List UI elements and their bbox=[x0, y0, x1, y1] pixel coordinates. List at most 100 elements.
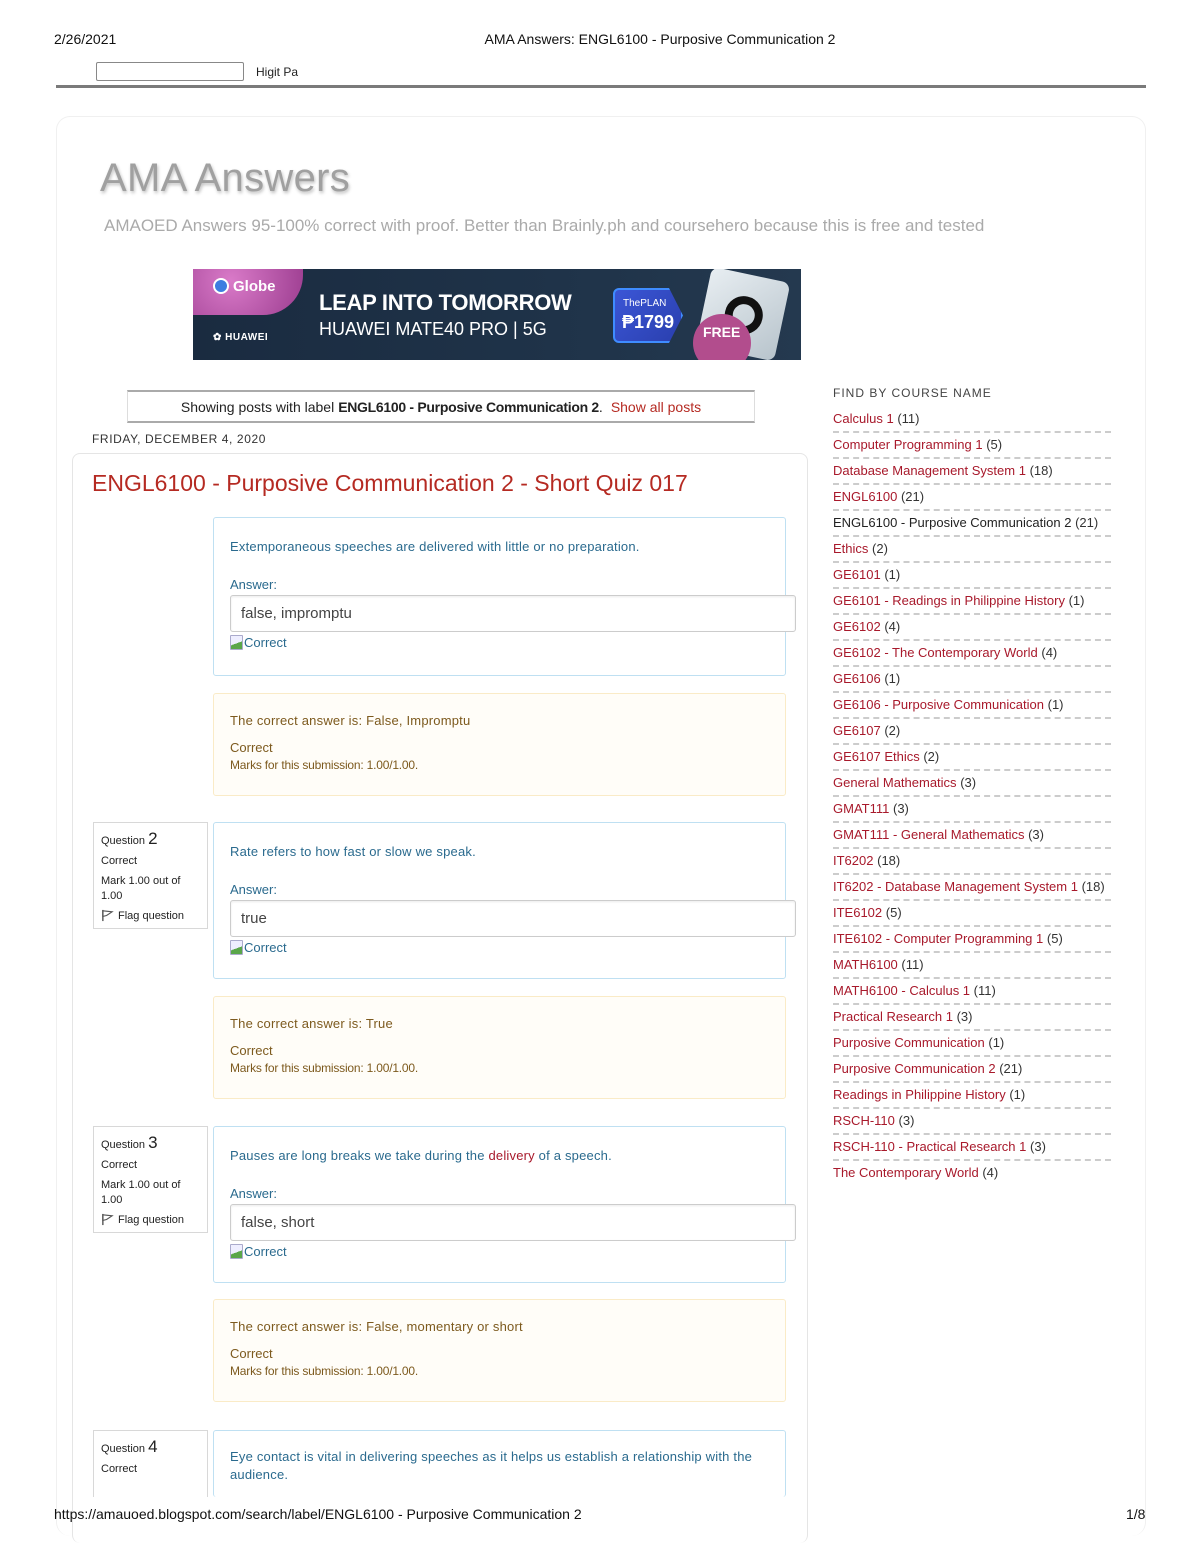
label-link[interactable]: GMAT111 - General Mathematics bbox=[833, 827, 1024, 842]
sidebar-label-item[interactable]: GMAT111 - General Mathematics (3) bbox=[833, 825, 1111, 849]
label-count: (5) bbox=[1046, 931, 1063, 946]
label-count: (11) bbox=[973, 983, 996, 998]
highlighted-term: delivery bbox=[488, 1148, 535, 1163]
label-count: (2) bbox=[884, 723, 901, 738]
ad-partner: ✿ HUAWEI bbox=[213, 332, 269, 343]
label-link[interactable]: Computer Programming 1 bbox=[833, 437, 983, 452]
sidebar-label-item[interactable]: Ethics (2) bbox=[833, 539, 1111, 563]
sidebar-label-item[interactable]: GE6101 - Readings in Philippine History … bbox=[833, 591, 1111, 615]
sidebar-label-item[interactable]: IT6202 - Database Management System 1 (1… bbox=[833, 877, 1111, 901]
label-link[interactable]: GE6107 Ethics bbox=[833, 749, 920, 764]
label-link[interactable]: RSCH-110 - Practical Research 1 bbox=[833, 1139, 1026, 1154]
sidebar-label-item[interactable]: Practical Research 1 (3) bbox=[833, 1007, 1111, 1031]
label-link[interactable]: ITE6102 bbox=[833, 905, 882, 920]
label-link[interactable]: GE6102 bbox=[833, 619, 881, 634]
sidebar-label-item[interactable]: The Contemporary World (4) bbox=[833, 1163, 1111, 1185]
answer-input[interactable] bbox=[230, 595, 796, 632]
sidebar-label-item[interactable]: ENGL6100 (21) bbox=[833, 487, 1111, 511]
label-link[interactable]: Readings in Philippine History bbox=[833, 1087, 1006, 1102]
label-count: (18) bbox=[1029, 463, 1053, 478]
sidebar-label-item[interactable]: MATH6100 (11) bbox=[833, 955, 1111, 979]
sidebar-label-item[interactable]: Database Management System 1 (18) bbox=[833, 461, 1111, 485]
outcome-marks: Marks for this submission: 1.00/1.00. bbox=[230, 1364, 419, 1378]
sidebar-label-item[interactable]: RSCH-110 - Practical Research 1 (3) bbox=[833, 1137, 1111, 1161]
sidebar-label-item[interactable]: Purposive Communication (1) bbox=[833, 1033, 1111, 1057]
sidebar-label-item[interactable]: GE6101 (1) bbox=[833, 565, 1111, 589]
sidebar-label-item[interactable]: Purposive Communication 2 (21) bbox=[833, 1059, 1111, 1083]
sidebar-label-item[interactable]: MATH6100 - Calculus 1 (11) bbox=[833, 981, 1111, 1005]
label-link[interactable]: GE6106 - Purposive Communication bbox=[833, 697, 1044, 712]
label-count: (11) bbox=[897, 411, 920, 426]
sidebar-label-item[interactable]: ITE6102 (5) bbox=[833, 903, 1111, 927]
ad-free-label: FREE bbox=[703, 324, 741, 340]
answer-input[interactable] bbox=[230, 900, 796, 937]
sidebar-label-item[interactable]: GE6107 Ethics (2) bbox=[833, 747, 1111, 771]
sidebar-label-item[interactable]: GE6102 (4) bbox=[833, 617, 1111, 641]
label-count: (3) bbox=[1030, 1139, 1046, 1154]
sidebar-label-item[interactable]: RSCH-110 (3) bbox=[833, 1111, 1111, 1135]
label-link[interactable]: IT6202 bbox=[833, 853, 873, 868]
sidebar-label-item[interactable]: ITE6102 - Computer Programming 1 (5) bbox=[833, 929, 1111, 953]
label-link[interactable]: ENGL6100 bbox=[833, 489, 897, 504]
question-state: Correct bbox=[101, 1159, 138, 1171]
outcome-status: Correct bbox=[230, 1346, 273, 1361]
label-link[interactable]: GE6107 bbox=[833, 723, 881, 738]
question-4-info: Question 4 Correct bbox=[93, 1430, 208, 1497]
label-count: (3) bbox=[898, 1113, 915, 1128]
answer-label: Answer: bbox=[230, 882, 277, 897]
question-4-formulation: Eye contact is vital in delivering speec… bbox=[213, 1430, 786, 1497]
label-link[interactable]: Purposive Communication bbox=[833, 1035, 985, 1050]
show-all-posts-link[interactable]: Show all posts bbox=[611, 399, 701, 415]
correct-indicator: Correct bbox=[230, 635, 769, 650]
label-link[interactable]: General Mathematics bbox=[833, 775, 957, 790]
navbar-search-input[interactable] bbox=[96, 62, 244, 81]
label-link[interactable]: Practical Research 1 bbox=[833, 1009, 953, 1024]
label-count: (3) bbox=[960, 775, 977, 790]
label-link[interactable]: The Contemporary World bbox=[833, 1165, 979, 1180]
question-state: Correct bbox=[101, 855, 138, 867]
blog-title[interactable]: AMA Answers bbox=[100, 156, 350, 201]
label-link[interactable]: GE6106 bbox=[833, 671, 881, 686]
label-link[interactable]: RSCH-110 bbox=[833, 1113, 895, 1128]
sidebar-label-item[interactable]: Readings in Philippine History (1) bbox=[833, 1085, 1111, 1109]
label-link[interactable]: Calculus 1 bbox=[833, 411, 894, 426]
question-text: Rate refers to how fast or slow we speak… bbox=[230, 844, 476, 859]
label-link[interactable]: GE6101 bbox=[833, 567, 881, 582]
sidebar-label-item[interactable]: Calculus 1 (11) bbox=[833, 409, 1111, 433]
sidebar-label-item[interactable]: IT6202 (18) bbox=[833, 851, 1111, 875]
flag-question-button[interactable]: Flag question bbox=[101, 1213, 200, 1226]
question-2-outcome: The correct answer is: True Correct Mark… bbox=[213, 996, 786, 1099]
ad-plan-label: ThePLAN bbox=[623, 298, 667, 309]
sidebar-label-item[interactable]: Computer Programming 1 (5) bbox=[833, 435, 1111, 459]
answer-label: Answer: bbox=[230, 1186, 277, 1201]
label-link: ENGL6100 - Purposive Communication 2 bbox=[833, 515, 1072, 530]
label-link[interactable]: MATH6100 bbox=[833, 957, 898, 972]
label-link[interactable]: Ethics bbox=[833, 541, 868, 556]
post-title[interactable]: ENGL6100 - Purposive Communication 2 - S… bbox=[92, 470, 688, 497]
sidebar-label-item[interactable]: GE6106 - Purposive Communication (1) bbox=[833, 695, 1111, 719]
correct-answer: The correct answer is: False, Impromptu bbox=[230, 713, 471, 728]
sidebar-label-item[interactable]: General Mathematics (3) bbox=[833, 773, 1111, 797]
label-link[interactable]: MATH6100 - Calculus 1 bbox=[833, 983, 970, 998]
answer-input[interactable] bbox=[230, 1204, 796, 1241]
outcome-status: Correct bbox=[230, 1043, 273, 1058]
label-link[interactable]: Database Management System 1 bbox=[833, 463, 1026, 478]
label-count: (3) bbox=[892, 801, 909, 816]
sidebar-label-item[interactable]: GE6107 (2) bbox=[833, 721, 1111, 745]
question-1-formulation: Extemporaneous speeches are delivered wi… bbox=[213, 517, 796, 676]
label-link[interactable]: GMAT111 bbox=[833, 801, 889, 816]
question-number: Question 2 bbox=[101, 829, 158, 848]
navbar-more-link[interactable]: Higit Pa bbox=[256, 65, 298, 79]
flag-question-button[interactable]: Flag question bbox=[101, 909, 200, 922]
question-3-info: Question 3 Correct Mark 1.00 out of 1.00… bbox=[93, 1126, 208, 1233]
label-link[interactable]: GE6102 - The Contemporary World bbox=[833, 645, 1038, 660]
label-link[interactable]: Purposive Communication 2 bbox=[833, 1061, 996, 1076]
label-link[interactable]: IT6202 - Database Management System 1 bbox=[833, 879, 1078, 894]
label-count: (3) bbox=[1028, 827, 1044, 842]
label-link[interactable]: ITE6102 - Computer Programming 1 bbox=[833, 931, 1043, 946]
label-link[interactable]: GE6101 - Readings in Philippine History bbox=[833, 593, 1065, 608]
sidebar-label-item[interactable]: GMAT111 (3) bbox=[833, 799, 1111, 823]
sidebar-label-item[interactable]: GE6106 (1) bbox=[833, 669, 1111, 693]
ad-banner[interactable]: Globe ✿ HUAWEI LEAP INTO TOMORROW HUAWEI… bbox=[193, 269, 801, 360]
sidebar-label-item[interactable]: GE6102 - The Contemporary World (4) bbox=[833, 643, 1111, 667]
